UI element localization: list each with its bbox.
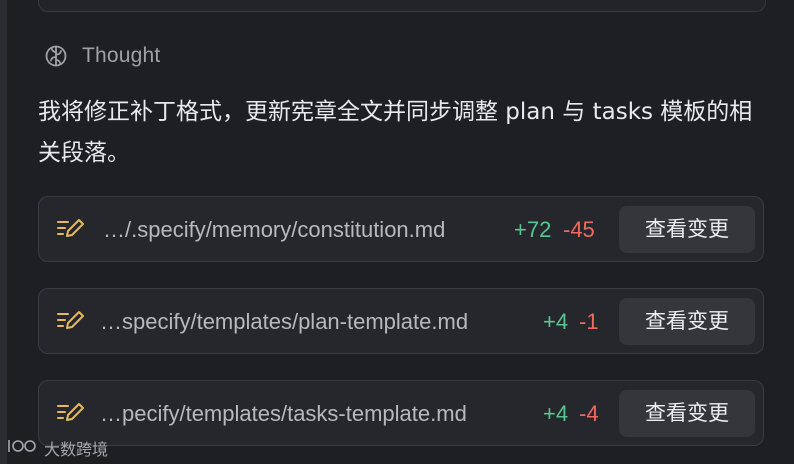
watermark-logo xyxy=(6,436,38,460)
edit-icon xyxy=(56,401,86,430)
additions-count: +4 xyxy=(543,309,569,334)
file-path[interactable]: …/.specify/memory/constitution.md xyxy=(103,213,445,247)
file-path[interactable]: …specify/templates/plan-template.md xyxy=(100,305,468,339)
watermark-text: 大数跨境 xyxy=(44,440,109,459)
edit-icon xyxy=(56,309,86,338)
view-changes-button[interactable]: 查看变更 xyxy=(619,390,755,437)
deletions-count: -45 xyxy=(563,217,595,242)
file-change-card: …specify/templates/plan-template.md +4 -… xyxy=(38,288,764,354)
view-changes-button[interactable]: 查看变更 xyxy=(619,298,755,345)
assistant-message: 我将修正补丁格式，更新宪章全文并同步调整 plan 与 tasks 模板的相关段… xyxy=(38,99,753,166)
left-rail xyxy=(0,0,7,464)
additions-count: +72 xyxy=(514,217,552,242)
file-change-card: …pecify/templates/tasks-template.md +4 -… xyxy=(38,380,764,446)
edit-icon xyxy=(56,217,86,246)
file-path[interactable]: …pecify/templates/tasks-template.md xyxy=(100,397,467,431)
file-change-card: …/.specify/memory/constitution.md +72 -4… xyxy=(38,196,764,262)
additions-count: +4 xyxy=(543,401,569,426)
thought-label: Thought xyxy=(82,44,161,67)
thought-header[interactable]: Thought xyxy=(44,41,160,71)
watermark: 大数跨境 xyxy=(6,436,108,460)
previous-card xyxy=(38,0,766,12)
brain-icon xyxy=(44,44,68,68)
view-changes-button[interactable]: 查看变更 xyxy=(619,206,755,253)
deletions-count: -1 xyxy=(579,309,599,334)
deletions-count: -4 xyxy=(579,401,599,426)
